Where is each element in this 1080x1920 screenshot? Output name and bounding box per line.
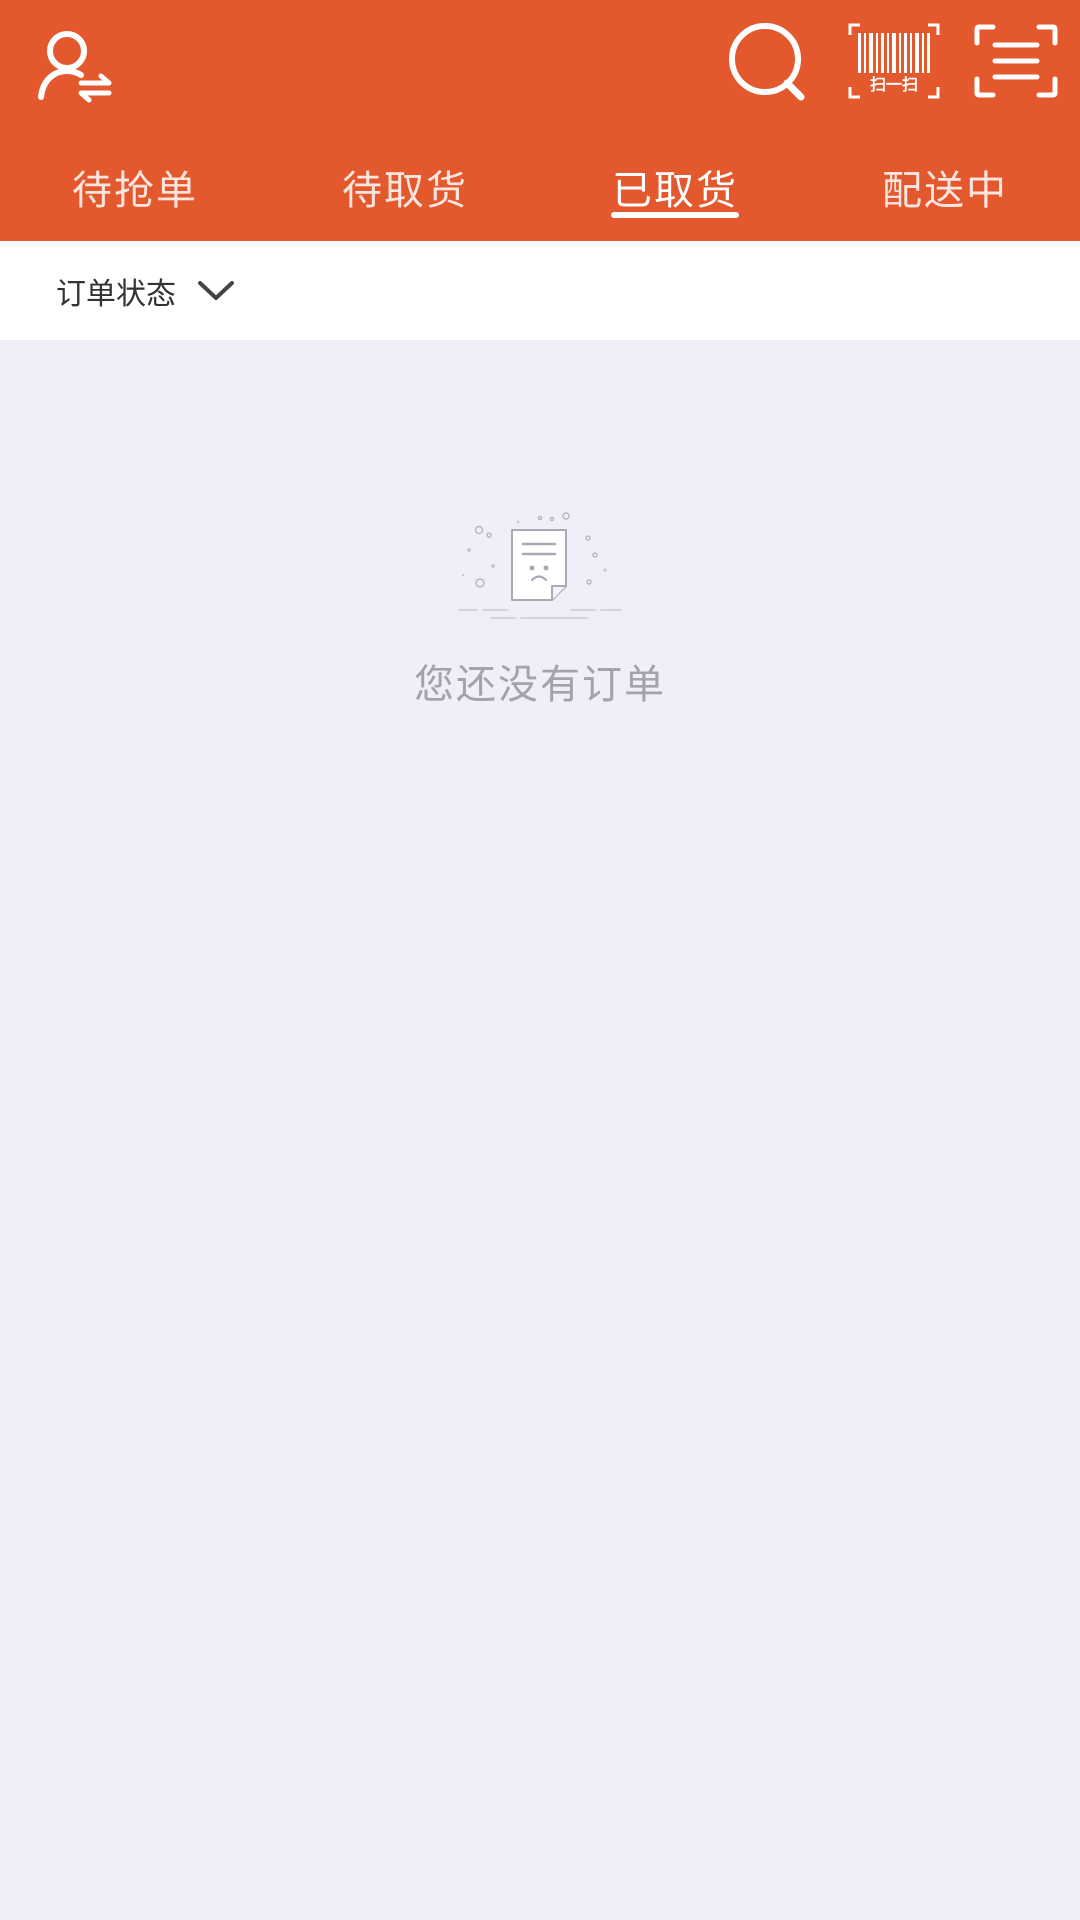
empty-message: 您还没有订单 [414,662,666,708]
search-icon [729,23,805,101]
tab-delivering[interactable]: 配送中 [810,140,1080,241]
chevron-down-icon [198,281,234,300]
tab-label: 已取货 [612,168,738,214]
tab-label: 待取货 [342,168,468,214]
empty-state: 您还没有订单 [0,340,1080,1920]
barcode-scan-button[interactable]: 扫一扫 [842,16,946,106]
tab-waiting-grab[interactable]: 待抢单 [0,140,270,241]
scan-button[interactable] [968,16,1064,106]
filter-bar: 订单状态 [0,241,1080,340]
user-switch-button[interactable] [24,20,124,110]
tab-picked-up[interactable]: 已取货 [540,140,810,241]
status-tabs: 待抢单 待取货 已取货 配送中 [0,140,1080,241]
barcode-scan-icon: 扫一扫 [848,23,940,99]
tab-label: 配送中 [882,168,1008,214]
tab-label: 待抢单 [72,168,198,214]
user-switch-icon [38,31,112,103]
order-status-label: 订单状态 [56,277,176,312]
scan-icon [974,24,1058,98]
active-tab-indicator [611,212,739,218]
barcode-scan-label: 扫一扫 [870,75,918,94]
app-header: 扫一扫 待抢单 待取货 已取货 配送中 [0,0,1080,241]
order-status-filter[interactable]: 订单状态 [56,265,236,317]
empty-document-icon [458,512,622,619]
tab-waiting-pickup[interactable]: 待取货 [270,140,540,241]
search-button[interactable] [718,16,818,106]
